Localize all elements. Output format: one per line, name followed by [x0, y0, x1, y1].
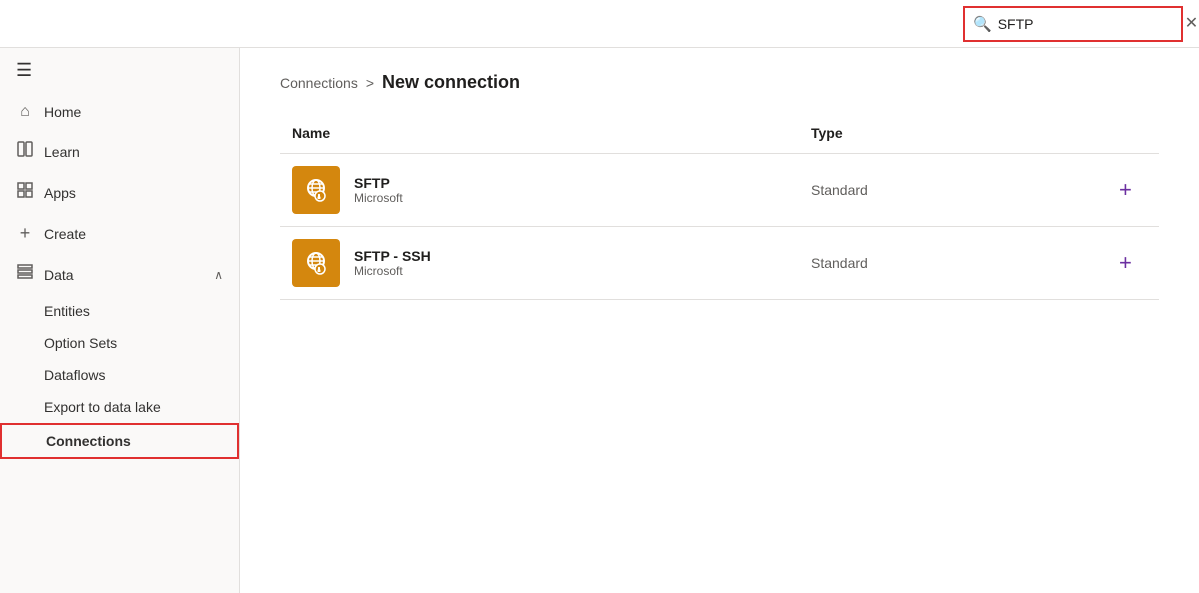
sidebar-item-apps[interactable]: Apps: [0, 172, 239, 213]
data-icon: [16, 264, 34, 285]
sftp-ssh-name: SFTP - SSH: [354, 248, 431, 264]
sidebar-item-label: Home: [44, 104, 81, 120]
search-box: 🔍 ✕: [963, 6, 1183, 42]
breadcrumb-current: New connection: [382, 72, 520, 93]
search-input[interactable]: [998, 16, 1179, 32]
table-body: SFTP Microsoft Standard +: [280, 154, 1159, 300]
sidebar: ☰ ⌂ Home Learn: [0, 48, 240, 593]
sidebar-create-label: Create: [44, 226, 86, 242]
chevron-up-icon: ∧: [214, 268, 223, 282]
col-type: Type: [799, 117, 1099, 154]
sftp-name: SFTP: [354, 175, 403, 191]
connections-label: Connections: [46, 433, 131, 449]
sidebar-data-label: Data: [44, 267, 74, 283]
sidebar-data-children: Entities Option Sets Dataflows Export to…: [0, 295, 239, 459]
connections-table: Name Type: [280, 117, 1159, 300]
sidebar-learn-label: Learn: [44, 144, 80, 160]
home-icon: ⌂: [16, 103, 34, 121]
col-name: Name: [280, 117, 799, 154]
sidebar-item-home[interactable]: ⌂ Home: [0, 93, 239, 131]
sftp-ssh-add-button[interactable]: +: [1111, 246, 1140, 280]
main-layout: ☰ ⌂ Home Learn: [0, 48, 1199, 593]
sftp-connection-info: SFTP Microsoft: [354, 175, 403, 205]
sftp-add-button[interactable]: +: [1111, 173, 1140, 207]
sftp-vendor: Microsoft: [354, 191, 403, 205]
table-row: SFTP Microsoft Standard +: [280, 154, 1159, 227]
sftp-connection-cell: SFTP Microsoft: [292, 166, 787, 214]
sidebar-section-data: Data ∧ Entities Option Sets Dataflows Ex…: [0, 254, 239, 459]
search-icon: 🔍: [973, 15, 992, 33]
sftp-ssh-connection-info: SFTP - SSH Microsoft: [354, 248, 431, 278]
sidebar-apps-label: Apps: [44, 185, 76, 201]
sftp-icon: [292, 166, 340, 214]
breadcrumb: Connections > New connection: [280, 72, 1159, 93]
hamburger-icon[interactable]: ☰: [16, 60, 32, 81]
sidebar-item-entities[interactable]: Entities: [0, 295, 239, 327]
sidebar-item-connections[interactable]: Connections: [0, 423, 239, 459]
sftp-ssh-type: Standard: [799, 227, 1099, 300]
sftp-ssh-connection-cell: SFTP - SSH Microsoft: [292, 239, 787, 287]
apps-icon: [16, 182, 34, 203]
option-sets-label: Option Sets: [44, 335, 117, 351]
sidebar-item-option-sets[interactable]: Option Sets: [0, 327, 239, 359]
col-action: [1099, 117, 1159, 154]
create-icon: +: [16, 223, 34, 244]
sidebar-item-create[interactable]: + Create: [0, 213, 239, 254]
sftp-ssh-name-cell: SFTP - SSH Microsoft: [280, 227, 799, 300]
top-bar: 🔍 ✕: [0, 0, 1199, 48]
close-icon[interactable]: ✕: [1185, 16, 1198, 32]
book-icon: [16, 141, 34, 162]
export-to-data-lake-label: Export to data lake: [44, 399, 161, 415]
sidebar-item-learn[interactable]: Learn: [0, 131, 239, 172]
main-content: Connections > New connection Name Type: [240, 48, 1199, 593]
table-header: Name Type: [280, 117, 1159, 154]
sidebar-item-dataflows[interactable]: Dataflows: [0, 359, 239, 391]
sftp-name-cell: SFTP Microsoft: [280, 154, 799, 227]
entities-label: Entities: [44, 303, 90, 319]
breadcrumb-separator: >: [366, 75, 374, 91]
sidebar-item-data[interactable]: Data ∧: [0, 254, 239, 295]
sftp-ssh-vendor: Microsoft: [354, 264, 431, 278]
sidebar-item-export-to-data-lake[interactable]: Export to data lake: [0, 391, 239, 423]
sidebar-header: ☰: [0, 48, 239, 93]
sftp-add-cell: +: [1099, 154, 1159, 227]
table-row: SFTP - SSH Microsoft Standard +: [280, 227, 1159, 300]
sftp-ssh-icon: [292, 239, 340, 287]
sftp-type: Standard: [799, 154, 1099, 227]
sftp-ssh-add-cell: +: [1099, 227, 1159, 300]
dataflows-label: Dataflows: [44, 367, 105, 383]
breadcrumb-parent[interactable]: Connections: [280, 75, 358, 91]
